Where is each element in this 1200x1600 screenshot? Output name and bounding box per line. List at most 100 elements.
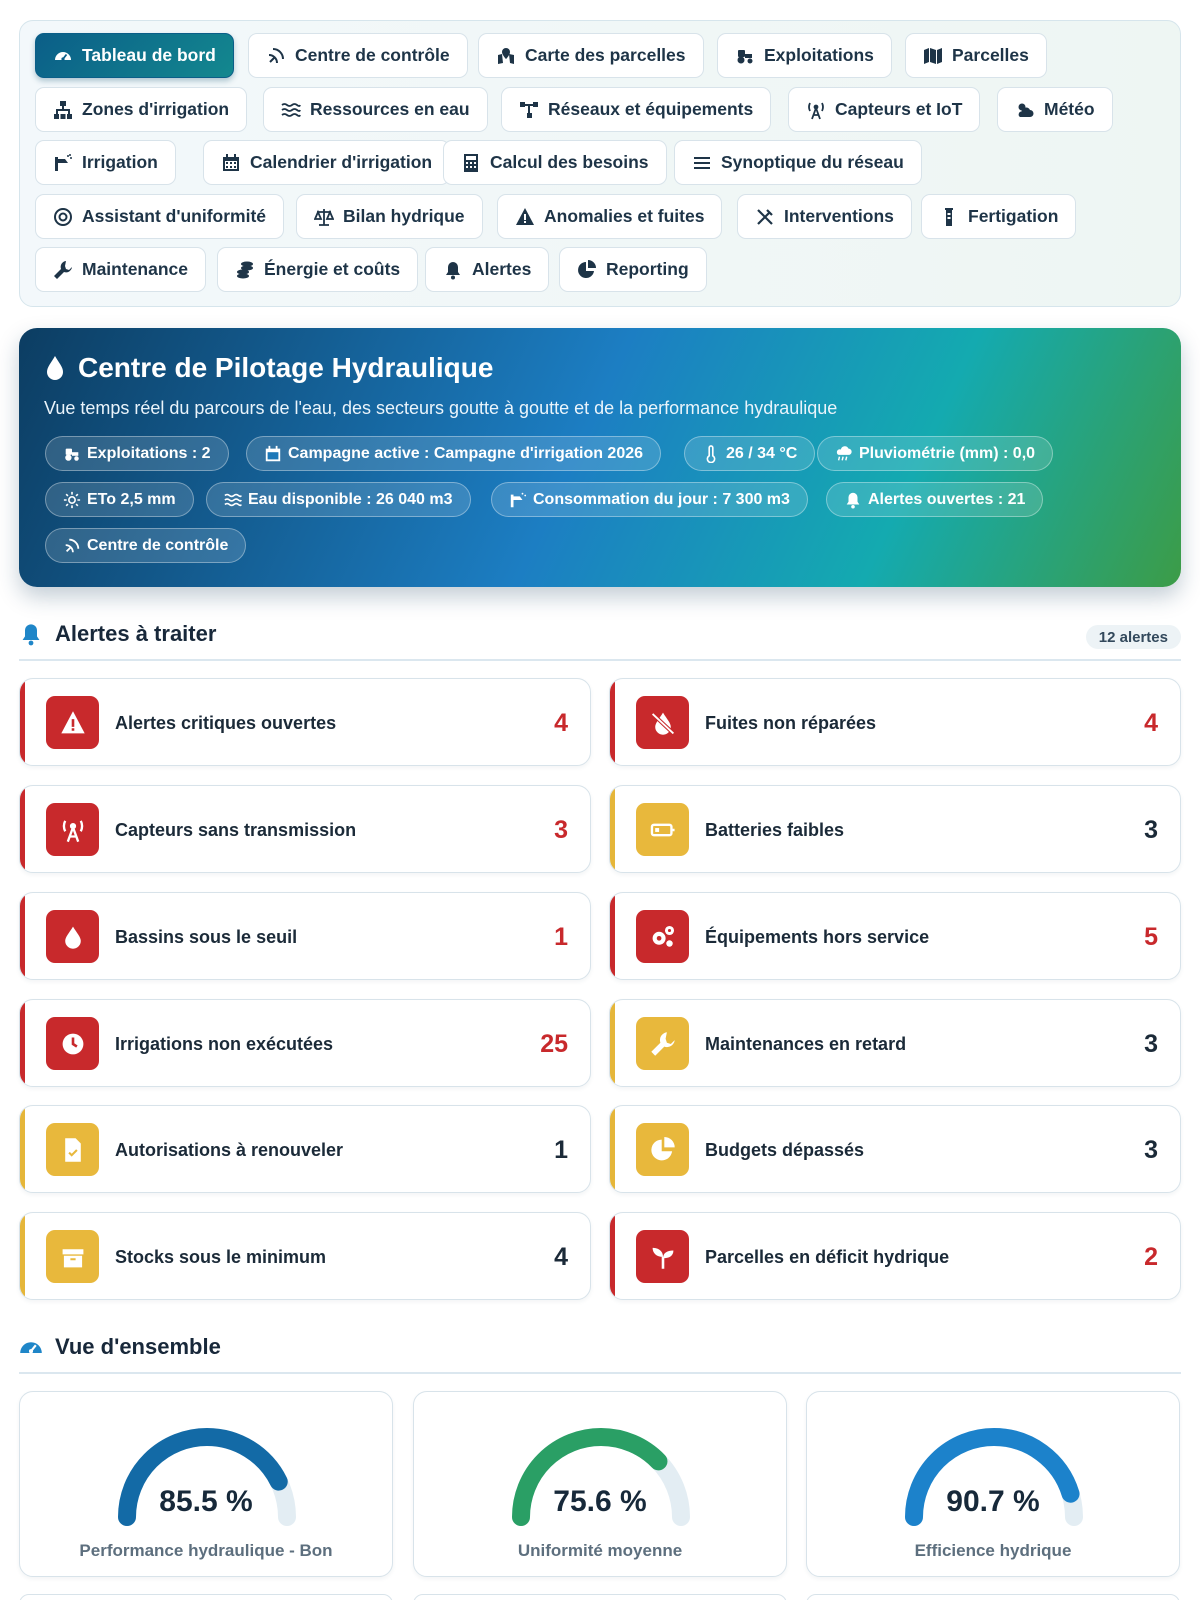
satellite-dish-icon	[65, 538, 80, 552]
tractor-icon	[737, 49, 753, 63]
wrench-icon	[650, 1031, 675, 1056]
gauge-value: 90.7 %	[946, 1485, 1040, 1518]
gears-icon	[652, 925, 674, 947]
alert-card-critiques[interactable]: Alertes critiques ouvertes 4	[19, 678, 591, 766]
clock-icon	[62, 1033, 83, 1054]
nav-capteurs-iot[interactable]: Capteurs et IoT	[788, 87, 981, 132]
alert-card-budgets[interactable]: Budgets dépassés 3	[609, 1105, 1181, 1193]
nav-exploitations[interactable]: Exploitations	[717, 33, 892, 78]
nav-energie-couts[interactable]: Énergie et coûts	[217, 247, 419, 292]
nav-label: Ressources en eau	[310, 99, 470, 119]
overview-section-header: Vue d'ensemble	[19, 1328, 1181, 1374]
thermometer-icon	[706, 444, 716, 463]
cloud-sun-icon	[1018, 103, 1034, 117]
nav-carte-des-parcelles[interactable]: Carte des parcelles	[478, 33, 704, 78]
alert-label: Capteurs sans transmission	[115, 819, 357, 840]
nav-tableau-de-bord[interactable]: Tableau de bord	[35, 33, 234, 78]
tower-broadcast-icon	[62, 819, 83, 842]
nav-label: Tableau de bord	[82, 45, 216, 65]
chart-pie-icon	[578, 259, 596, 278]
alert-count: 4	[1144, 708, 1158, 737]
calendar-icon	[223, 153, 239, 171]
alert-label: Autorisations à renouveler	[115, 1139, 344, 1160]
nav-calcul-besoins[interactable]: Calcul des besoins	[443, 140, 667, 185]
gauge-icon	[20, 1342, 42, 1354]
bullseye-icon	[54, 207, 72, 226]
nav-zones-irrigation[interactable]: Zones d'irrigation	[35, 87, 248, 132]
page-title: Centre de Pilotage Hydraulique	[78, 352, 494, 383]
chip-label: ETo 2,5 mm	[87, 490, 176, 508]
alert-icon-box	[636, 696, 689, 749]
alert-card-irrigations[interactable]: Irrigations non exécutées 25	[19, 999, 591, 1087]
calendar-icon	[265, 445, 281, 461]
nav-ressources-en-eau[interactable]: Ressources en eau	[263, 87, 488, 132]
alerts-section-header: Alertes à traiter 12 alertes	[19, 615, 1181, 661]
nav-alertes[interactable]: Alertes	[425, 247, 550, 292]
nav-meteo[interactable]: Météo	[997, 87, 1113, 132]
alert-card-batteries[interactable]: Batteries faibles 3	[609, 785, 1181, 873]
nav-label: Interventions	[784, 206, 894, 226]
scale-balanced-icon	[314, 208, 334, 226]
chip-consommation-jour: Consommation du jour : 7 300 m3	[491, 482, 808, 517]
gauge-label: Efficience hydrique	[914, 1541, 1072, 1560]
alert-card-maintenances[interactable]: Maintenances en retard 3	[609, 999, 1181, 1087]
tools-icon	[757, 208, 773, 225]
alert-card-bassins[interactable]: Bassins sous le seuil 1	[19, 892, 591, 980]
chip-label: Exploitations : 2	[87, 444, 211, 462]
chip-alertes-ouvertes: Alertes ouvertes : 21	[826, 482, 1044, 517]
hero-banner: Centre de Pilotage Hydraulique Vue temps…	[19, 328, 1181, 587]
nav-synoptique-reseau[interactable]: Synoptique du réseau	[674, 140, 922, 185]
nav-label: Capteurs et IoT	[835, 99, 963, 119]
card-partial	[413, 1594, 787, 1600]
nav-centre-de-controle[interactable]: Centre de contrôle	[248, 33, 468, 78]
nav-bilan-hydrique[interactable]: Bilan hydrique	[296, 194, 483, 239]
page-subtitle: Vue temps réel du parcours de l'eau, des…	[44, 398, 838, 418]
alert-label: Maintenances en retard	[705, 1033, 907, 1054]
nav-reporting[interactable]: Reporting	[559, 247, 707, 292]
chart-pie-icon	[650, 1136, 675, 1160]
gauge-value: 75.6 %	[553, 1485, 647, 1518]
nav-label: Énergie et coûts	[264, 259, 401, 279]
alert-card-equipements[interactable]: Équipements hors service 5	[609, 892, 1181, 980]
nav-assistant-uniformite[interactable]: Assistant d'uniformité	[35, 194, 285, 239]
alert-label: Fuites non réparées	[705, 712, 877, 733]
tower-broadcast-icon	[808, 102, 824, 119]
alert-count: 3	[554, 815, 568, 844]
nav-anomalies-fuites[interactable]: Anomalies et fuites	[497, 194, 723, 239]
nav-label: Irrigation	[82, 152, 158, 172]
alert-count: 2	[1144, 1242, 1158, 1271]
nav-maintenance[interactable]: Maintenance	[35, 247, 206, 292]
satellite-dish-icon	[268, 47, 284, 63]
alert-label: Parcelles en déficit hydrique	[705, 1246, 950, 1267]
alert-count: 3	[1144, 1135, 1158, 1164]
nav-label: Calendrier d'irrigation	[250, 152, 433, 172]
alert-card-fuites[interactable]: Fuites non réparées 4	[609, 678, 1181, 766]
sitemap-icon	[54, 100, 72, 119]
nav-label: Météo	[1044, 99, 1095, 119]
nav-label: Parcelles	[952, 45, 1029, 65]
chip-label: Campagne active : Campagne d'irrigation …	[288, 444, 644, 462]
chip-centre-de-controle[interactable]: Centre de contrôle	[45, 528, 247, 563]
faucet-spray-icon	[510, 492, 527, 507]
nav-label: Alertes	[472, 259, 532, 279]
module-navigation: Tableau de bord Centre de contrôle Carte…	[19, 20, 1181, 307]
nav-irrigation[interactable]: Irrigation	[35, 140, 176, 185]
alert-card-autorisations[interactable]: Autorisations à renouveler 1	[19, 1105, 591, 1193]
battery-low-icon	[650, 823, 675, 836]
hero-title-row: Centre de Pilotage Hydraulique	[44, 352, 493, 384]
alert-count: 3	[1144, 815, 1158, 844]
alert-count: 1	[554, 922, 568, 951]
nav-fertigation[interactable]: Fertigation	[921, 194, 1077, 239]
alerts-section-title-row: Alertes à traiter	[19, 621, 216, 647]
alert-icon-box	[46, 910, 99, 963]
nav-interventions[interactable]: Interventions	[737, 194, 912, 239]
chip-eau-disponible: Eau disponible : 26 040 m3	[206, 482, 471, 517]
section-title: Vue d'ensemble	[55, 1334, 221, 1359]
nav-reseaux-equipements[interactable]: Réseaux et équipements	[501, 87, 772, 132]
alert-card-stocks[interactable]: Stocks sous le minimum 4	[19, 1212, 591, 1300]
alert-card-capteurs[interactable]: Capteurs sans transmission 3	[19, 785, 591, 873]
alert-card-parcelles-deficit[interactable]: Parcelles en déficit hydrique 2	[609, 1212, 1181, 1300]
droplet-icon	[47, 356, 63, 380]
nav-parcelles[interactable]: Parcelles	[905, 33, 1047, 78]
nav-calendrier-irrigation[interactable]: Calendrier d'irrigation	[203, 140, 451, 185]
